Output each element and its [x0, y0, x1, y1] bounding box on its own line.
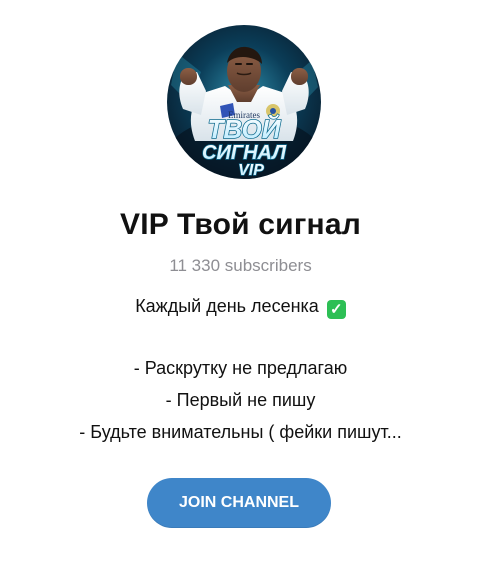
description-line-3: - Первый не пишу [165, 390, 316, 410]
channel-preview-card: Emirates ТВОЙ СИГНАЛ VIP VIP Твой сигнал… [0, 0, 481, 565]
description-line-2: - Раскрутку не предлагаю [133, 358, 348, 378]
check-mark-icon: ✓ [326, 300, 346, 319]
description-line-1: Каждый день лесенка [135, 296, 319, 316]
description-line-1-wrapper: Каждый день лесенка ✓ [0, 295, 481, 319]
channel-title: VIP Твой сигнал [120, 208, 361, 241]
channel-avatar: Emirates ТВОЙ СИГНАЛ VIP [167, 25, 321, 179]
subscriber-count: 11 330 subscribers [169, 256, 312, 275]
description-line-4: - Будьте внимательны ( фейки пишут... [79, 422, 402, 442]
avatar-title-line-2: СИГНАЛ [202, 142, 287, 164]
join-channel-button[interactable]: JOIN CHANNEL [147, 478, 331, 528]
channel-avatar-art: Emirates ТВОЙ СИГНАЛ VIP [167, 25, 321, 179]
avatar-title-line-3: VIP [238, 162, 264, 179]
avatar-title-line-1: ТВОЙ [208, 114, 282, 144]
